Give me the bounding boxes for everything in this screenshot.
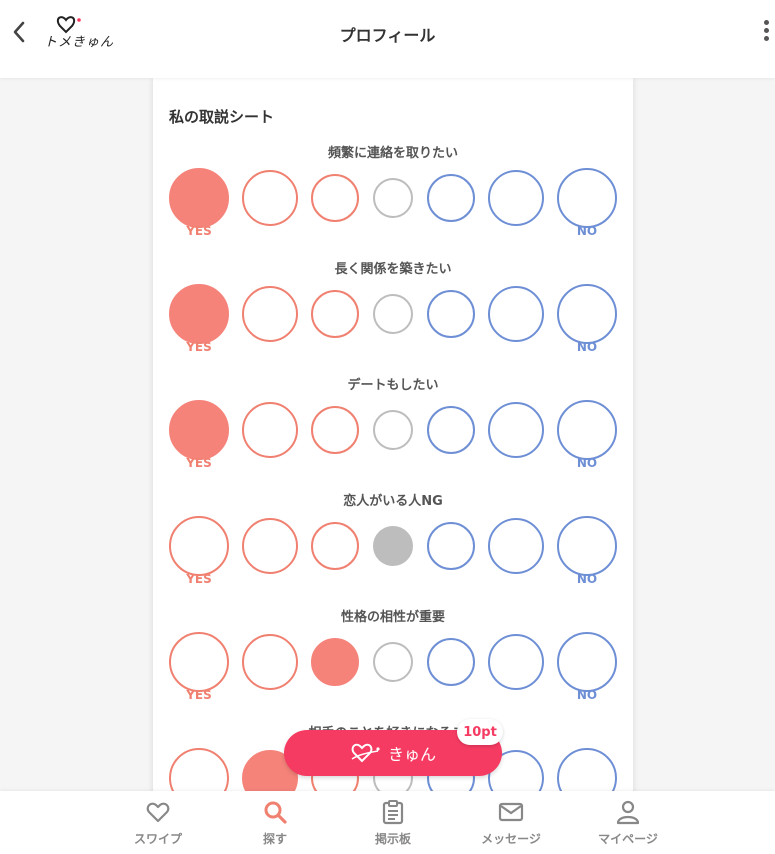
kyun-label: きゅん xyxy=(387,745,436,764)
yes-label: YES xyxy=(186,340,212,354)
rating-option-5[interactable] xyxy=(427,522,475,570)
nav-item-mypage[interactable]: マイページ xyxy=(583,799,673,851)
question-row: 恋人がいる人NG YES NO xyxy=(153,490,633,606)
question-label: デートもしたい xyxy=(347,378,439,393)
clipboard-icon xyxy=(382,800,404,825)
nav-label: メッセージ xyxy=(481,832,541,846)
rating-option-5[interactable] xyxy=(427,290,475,338)
question-label: 恋人がいる人NG xyxy=(343,494,443,509)
rating-option-6[interactable] xyxy=(488,518,544,574)
nav-item-messages[interactable]: メッセージ xyxy=(466,799,556,851)
nav-label: 探す xyxy=(262,832,287,846)
rating-option-2[interactable] xyxy=(242,402,298,458)
person-icon xyxy=(616,800,640,825)
rating-option-6[interactable] xyxy=(488,402,544,458)
no-label: NO xyxy=(576,224,598,238)
rating-option-6[interactable] xyxy=(488,170,544,226)
rating-option-5[interactable] xyxy=(427,174,475,222)
nav-item-search[interactable]: 探す xyxy=(230,799,320,851)
nav-item-swipe[interactable]: スワイプ xyxy=(113,799,203,851)
rating-option-6[interactable] xyxy=(488,286,544,342)
rating-option-4[interactable] xyxy=(373,642,413,682)
rating-option-7[interactable] xyxy=(557,632,617,692)
rating-option-6[interactable] xyxy=(488,634,544,690)
rating-option-4[interactable] xyxy=(373,294,413,334)
question-label: 性格の相性が重要 xyxy=(340,610,445,625)
question-label: 頻繁に連絡を取りたい xyxy=(327,146,458,161)
question-label: 長く関係を築きたい xyxy=(334,262,452,277)
heart-logo-icon xyxy=(351,743,380,763)
rating-option-1[interactable] xyxy=(169,516,229,576)
question-row: 性格の相性が重要 YES NO xyxy=(153,606,633,722)
rating-option-1[interactable] xyxy=(169,632,229,692)
rating-option-4[interactable] xyxy=(373,526,413,566)
rating-option-2[interactable] xyxy=(242,634,298,690)
rating-option-2[interactable] xyxy=(242,286,298,342)
rating-option-3[interactable] xyxy=(311,174,359,222)
section-title: 私の取説シート xyxy=(169,108,275,126)
rating-option-1[interactable] xyxy=(169,168,229,228)
rating-option-4[interactable] xyxy=(373,410,413,450)
question-row: デートもしたい YES NO xyxy=(153,374,633,490)
nav-label: マイページ xyxy=(598,832,658,846)
heart-icon xyxy=(146,802,170,823)
yes-label: YES xyxy=(186,688,212,702)
nav-label: 掲示板 xyxy=(374,832,411,846)
no-label: NO xyxy=(576,688,598,702)
rating-option-4[interactable] xyxy=(373,178,413,218)
rating-option-2[interactable] xyxy=(242,170,298,226)
yes-label: YES xyxy=(186,456,212,470)
question-row: 頻繁に連絡を取りたい YES NO xyxy=(153,142,633,258)
dot-icon xyxy=(764,36,769,41)
yes-label: YES xyxy=(186,572,212,586)
question-row: 長く関係を築きたい YES NO xyxy=(153,258,633,374)
bottom-nav: スワイプ 探す 掲示板 メッセージ マイページ xyxy=(0,791,775,854)
rating-option-3[interactable] xyxy=(311,638,359,686)
no-label: NO xyxy=(576,340,598,354)
search-icon xyxy=(264,801,287,824)
rating-option-5[interactable] xyxy=(427,406,475,454)
rating-option-7[interactable] xyxy=(557,400,617,460)
dot-icon xyxy=(764,20,769,25)
rating-option-2[interactable] xyxy=(242,518,298,574)
yes-label: YES xyxy=(186,224,212,238)
more-options-button[interactable] xyxy=(760,20,774,46)
points-badge: 10pt xyxy=(457,719,503,745)
nav-label: スワイプ xyxy=(133,832,182,846)
rating-option-3[interactable] xyxy=(311,290,359,338)
rating-option-3[interactable] xyxy=(311,406,359,454)
mail-icon xyxy=(498,802,524,822)
rating-option-5[interactable] xyxy=(427,638,475,686)
rating-option-3[interactable] xyxy=(311,522,359,570)
rating-option-7[interactable] xyxy=(557,516,617,576)
rating-option-1[interactable] xyxy=(169,284,229,344)
dot-icon xyxy=(764,28,769,33)
rating-option-7[interactable] xyxy=(557,284,617,344)
rating-option-7[interactable] xyxy=(557,168,617,228)
app-header: トメきゅん プロフィール xyxy=(0,0,775,78)
rating-option-1[interactable] xyxy=(169,400,229,460)
page-title: プロフィール xyxy=(339,26,436,45)
no-label: NO xyxy=(576,572,598,586)
no-label: NO xyxy=(576,456,598,470)
nav-item-board[interactable]: 掲示板 xyxy=(348,799,438,851)
